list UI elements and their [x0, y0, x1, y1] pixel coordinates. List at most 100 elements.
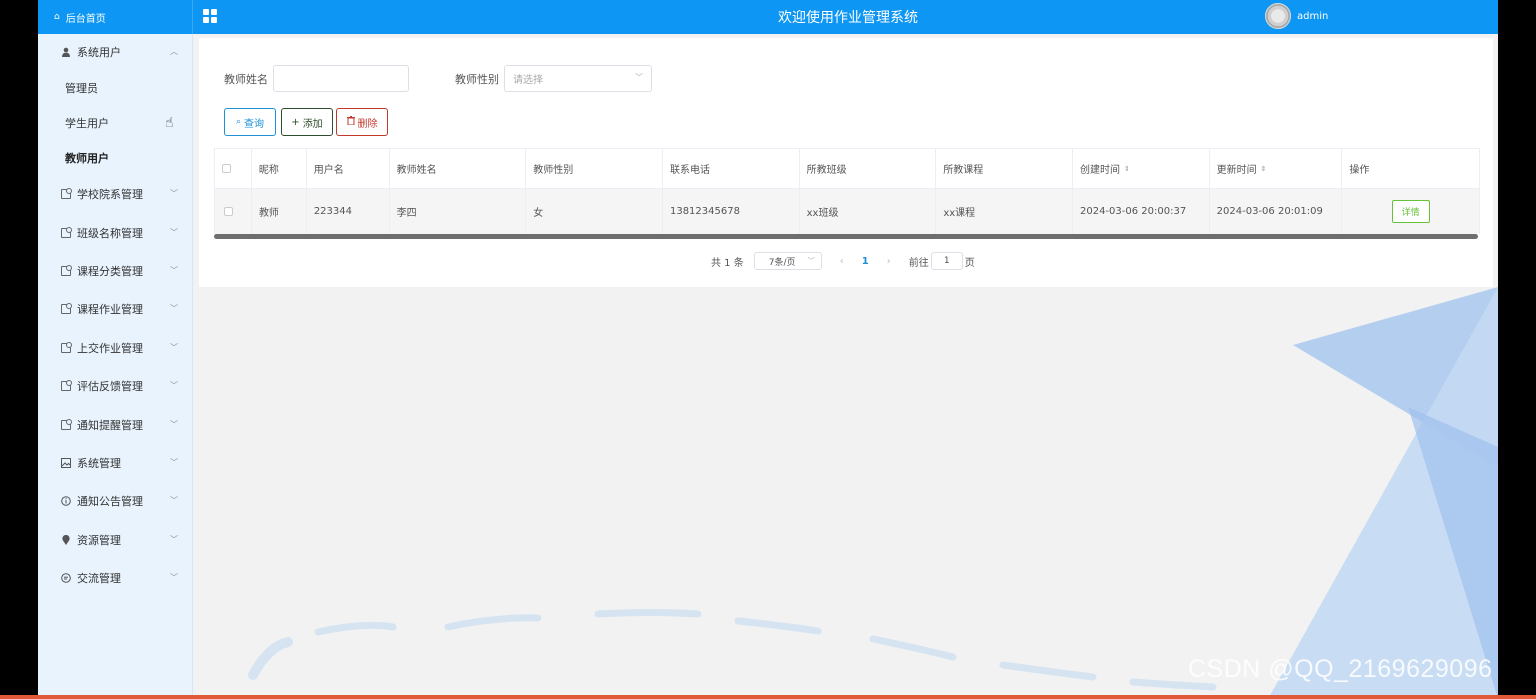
sidebar-group-label: 交流管理 [77, 572, 121, 586]
page-size-value: 7条/页 [768, 257, 796, 268]
page-number-current[interactable]: 1 [862, 256, 869, 267]
tag-icon [61, 418, 72, 430]
teacher-table: 昵称 用户名 教师姓名 教师性别 联系电话 所教班级 所教课程 创建时间 ⇕ 更新… [214, 148, 1480, 234]
sidebar: 系统用户 ︿ 管理员 学生用户 教师用户 学校院系管理 ﹀ 班级名称管理 ﹀ 课程分… [38, 34, 193, 699]
sidebar-item-label: 学生用户 [65, 116, 109, 130]
tag-icon [61, 341, 72, 353]
cell-phone: 13812345678 [663, 189, 800, 234]
cell-actions: 详情 [1342, 189, 1479, 234]
updated-time-header[interactable]: 更新时间 ⇕ [1210, 149, 1343, 188]
delete-button-label: 删除 [357, 118, 378, 130]
avatar[interactable] [1265, 3, 1291, 29]
horizontal-scrollbar[interactable] [214, 234, 1478, 239]
prev-page-icon[interactable]: ‹ [840, 256, 844, 267]
query-button[interactable]: ⌕ 查询 [224, 108, 276, 136]
chevron-down-icon: ﹀ [170, 419, 178, 429]
tag-icon [61, 380, 72, 392]
info-icon [61, 496, 71, 507]
sidebar-item-label: 管理员 [65, 81, 98, 95]
trash-icon [346, 116, 355, 128]
sidebar-group-label: 课程分类管理 [77, 264, 143, 278]
sidebar-item-label: 教师用户 [65, 151, 109, 165]
column-header: 联系电话 [663, 149, 800, 188]
sidebar-group-feedback[interactable]: 评估反馈管理 ﹀ [38, 367, 192, 405]
home-label: 后台首页 [65, 13, 106, 25]
row-checkbox[interactable] [215, 189, 252, 234]
home-icon: ⌂ [54, 12, 60, 22]
tag-icon [61, 264, 72, 276]
sidebar-group-label: 系统管理 [77, 456, 121, 470]
teacher-name-input[interactable] [273, 65, 409, 92]
bottom-progress-bar [0, 695, 1536, 699]
background-decoration [248, 287, 1498, 699]
home-link[interactable]: ⌂ 后台首页 [38, 0, 193, 34]
column-header: 教师姓名 [390, 149, 527, 188]
cell-class: xx班级 [800, 189, 937, 234]
sidebar-group-classes[interactable]: 班级名称管理 ﹀ [38, 213, 192, 251]
column-header-label: 更新时间 [1216, 165, 1257, 176]
sidebar-group-submitted-homework[interactable]: 上交作业管理 ﹀ [38, 329, 192, 367]
screen-edge [1498, 0, 1536, 695]
goto-label: 前往 [908, 257, 929, 269]
detail-button[interactable]: 详情 [1391, 200, 1430, 223]
teacher-name-label: 教师姓名 [224, 73, 268, 86]
chevron-down-icon: ﹀ [170, 573, 178, 583]
chevron-up-icon: ︿ [170, 46, 178, 56]
sidebar-group-system[interactable]: 系统管理 ﹀ [38, 444, 192, 482]
cell-updated: 2024-03-06 20:01:09 [1210, 189, 1343, 234]
sidebar-group-announcements[interactable]: 通知公告管理 ﹀ [38, 482, 192, 520]
chevron-down-icon: ﹀ [635, 73, 643, 82]
next-page-icon[interactable]: › [887, 256, 891, 267]
column-header: 所教班级 [800, 149, 937, 188]
table-header-row: 昵称 用户名 教师姓名 教师性别 联系电话 所教班级 所教课程 创建时间 ⇕ 更新… [215, 149, 1479, 189]
chevron-down-icon: ﹀ [170, 457, 178, 467]
page-suffix: 页 [964, 257, 975, 269]
column-header: 操作 [1349, 165, 1370, 176]
chevron-down-icon: ﹀ [170, 534, 178, 544]
sidebar-group-label: 学校院系管理 [77, 188, 143, 202]
sidebar-group-system-users[interactable]: 系统用户 ︿ [38, 34, 192, 70]
tag-icon [61, 226, 72, 238]
page-size-select[interactable]: 7条/页 ﹀ [753, 252, 822, 270]
sidebar-item-teacher-users[interactable]: 教师用户 [38, 140, 192, 175]
created-time-header[interactable]: 创建时间 ⇕ [1073, 149, 1210, 188]
app-frame: 欢迎使用作业管理系统 admin ⌂ 后台首页 系统用户 ︿ 管理员 学生用户 … [38, 0, 1498, 699]
sort-icon[interactable]: ⇕ [1261, 165, 1267, 173]
chevron-down-icon: ﹀ [170, 304, 178, 314]
username-label: admin [1297, 10, 1329, 22]
sidebar-group-label: 课程作业管理 [77, 303, 143, 317]
chevron-down-icon: ﹀ [170, 496, 178, 506]
select-all-checkbox[interactable] [215, 149, 252, 188]
delete-button[interactable]: 删除 [336, 108, 388, 136]
chevron-down-icon: ﹀ [170, 189, 178, 199]
cell-gender: 女 [526, 189, 663, 234]
add-button[interactable]: + 添加 [281, 108, 333, 136]
search-icon: ⌕ [235, 117, 242, 127]
sidebar-group-departments[interactable]: 学校院系管理 ﹀ [38, 175, 192, 213]
sidebar-group-communication[interactable]: 交流管理 ﹀ [38, 559, 192, 597]
add-button-label: 添加 [302, 118, 323, 130]
sidebar-group-course-categories[interactable]: 课程分类管理 ﹀ [38, 252, 192, 290]
content-card: 教师姓名 教师性别 请选择 ﹀ ⌕ 查询 + 添加 删除 昵称 用户名 教师姓名… [199, 38, 1493, 287]
sidebar-group-course-homework[interactable]: 课程作业管理 ﹀ [38, 290, 192, 328]
user-icon [61, 47, 71, 57]
sidebar-group-label: 评估反馈管理 [77, 380, 143, 394]
user-menu[interactable]: admin [1265, 3, 1328, 29]
teacher-gender-label: 教师性别 [455, 73, 499, 86]
cell-username: 223344 [307, 189, 390, 234]
watermark: CSDN @QQ_2169629096 [1188, 655, 1493, 683]
column-header: 昵称 [252, 149, 307, 188]
teacher-gender-select[interactable]: 请选择 ﹀ [504, 65, 652, 92]
chevron-down-icon: ﹀ [170, 381, 178, 391]
sort-icon[interactable]: ⇕ [1124, 165, 1130, 173]
goto-page-input[interactable]: 1 [930, 252, 963, 270]
tag-icon [61, 303, 72, 315]
column-header: 教师性别 [526, 149, 663, 188]
plus-icon: + [291, 116, 300, 128]
sidebar-group-reminders[interactable]: 通知提醒管理 ﹀ [38, 405, 192, 443]
column-header: 用户名 [307, 149, 390, 188]
sidebar-item-admin[interactable]: 管理员 [38, 70, 192, 105]
sidebar-group-resources[interactable]: 资源管理 ﹀ [38, 521, 192, 559]
total-count: 共 1 条 [711, 257, 744, 269]
goto-page-value: 1 [943, 256, 950, 266]
